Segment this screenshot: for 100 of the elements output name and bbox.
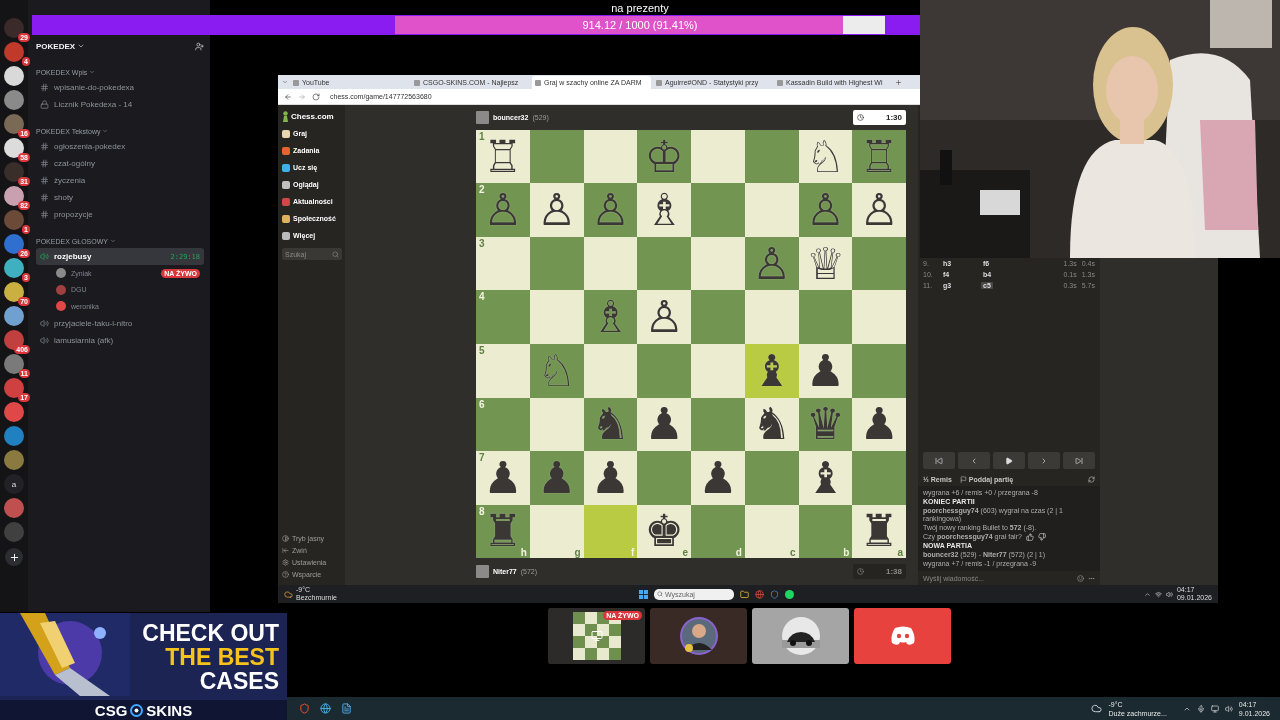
back-icon[interactable]	[284, 92, 292, 101]
channel-item[interactable]: propozycje	[36, 206, 204, 223]
microphone-icon[interactable]	[1196, 704, 1205, 713]
chess-piece[interactable]: ♘	[805, 134, 846, 179]
board-square[interactable]	[529, 236, 584, 291]
board-square[interactable]	[691, 397, 745, 452]
flip-board-icon[interactable]	[1088, 475, 1095, 483]
clock-icon	[857, 568, 864, 576]
chess-piece[interactable]: ♕	[805, 241, 846, 286]
chess-piece[interactable]: ♙	[859, 188, 899, 233]
channel-item[interactable]: przyjaciele-taku-i-nitro	[36, 314, 204, 332]
board-square[interactable]	[583, 344, 638, 398]
chess-piece[interactable]: ♚	[644, 509, 684, 554]
board-square[interactable]: 5	[476, 344, 530, 398]
board-square[interactable]	[583, 236, 638, 291]
video-tile[interactable]	[854, 608, 951, 664]
browser-icon[interactable]	[755, 589, 764, 599]
chess-piece[interactable]: ♟	[483, 455, 523, 500]
volume-icon[interactable]	[1165, 590, 1173, 598]
channel-item[interactable]: czat-ogólny	[36, 155, 204, 172]
board-square[interactable]: ♟	[583, 451, 638, 505]
avatar	[56, 284, 66, 295]
chess-piece[interactable]: ♝	[805, 455, 846, 500]
chess-piece[interactable]: ♟	[590, 455, 631, 500]
reload-icon[interactable]	[312, 92, 320, 101]
chess-piece[interactable]: ♟	[859, 402, 899, 447]
emoji-icon[interactable]	[1077, 574, 1084, 582]
channel-item[interactable]: życzenia	[36, 172, 204, 189]
network-icon[interactable]	[1154, 590, 1162, 598]
chess-piece[interactable]: ♙	[644, 295, 684, 340]
channel-item[interactable]: lamusiarnia (afk)	[36, 331, 204, 349]
tray-chevron-icon[interactable]	[1143, 590, 1151, 598]
board-square[interactable]: ♟	[798, 344, 853, 398]
browser-icon[interactable]	[320, 703, 331, 714]
board-square[interactable]: ♝	[744, 344, 799, 398]
board-square[interactable]	[529, 129, 584, 184]
chess-piece[interactable]: ♙	[536, 188, 577, 233]
board-square[interactable]: g	[529, 504, 584, 559]
board-square[interactable]	[798, 290, 853, 344]
tab-favicon	[293, 79, 299, 86]
last-move-button[interactable]	[1063, 452, 1095, 469]
board-square[interactable]: ♗	[637, 183, 691, 237]
add-member-icon[interactable]	[195, 41, 204, 51]
chess-piece[interactable]: ♝	[751, 348, 792, 393]
chess-piece[interactable]: ♖	[483, 134, 523, 179]
windows-start-icon[interactable]	[639, 589, 648, 599]
notepad-icon[interactable]	[341, 703, 352, 714]
chess-piece[interactable]: ♟	[805, 348, 846, 393]
shield-icon[interactable]	[299, 703, 310, 714]
board-square[interactable]: ♟	[637, 397, 691, 452]
play-button[interactable]	[993, 452, 1025, 469]
weather-icon	[284, 589, 293, 599]
video-tile[interactable]	[752, 608, 849, 664]
volume-icon[interactable]	[1224, 704, 1233, 713]
server-icon[interactable]	[4, 306, 24, 326]
board-square[interactable]: c	[744, 504, 799, 559]
board-square[interactable]	[744, 129, 799, 184]
thumbs-up-icon[interactable]	[1025, 533, 1034, 541]
board-square[interactable]: ♞	[744, 397, 799, 452]
board-square[interactable]	[691, 236, 745, 291]
chess-piece[interactable]: ♜	[859, 509, 899, 554]
board-square[interactable]: ♝	[798, 451, 853, 505]
chess-piece[interactable]: ♗	[644, 188, 684, 233]
board-square[interactable]: ♙	[852, 183, 906, 237]
server-icon[interactable]: a	[4, 474, 24, 494]
server-icon[interactable]	[4, 66, 24, 86]
board-square[interactable]	[637, 236, 691, 291]
first-move-button[interactable]	[923, 452, 955, 469]
board-square[interactable]: ♘	[798, 129, 853, 184]
speaker-icon	[40, 335, 49, 345]
board-square[interactable]: ♟	[691, 451, 745, 505]
display-icon[interactable]	[1210, 704, 1219, 713]
thumbs-down-icon[interactable]	[1037, 533, 1046, 541]
board-square[interactable]	[583, 129, 638, 184]
new-tab-icon[interactable]	[895, 78, 902, 86]
server-name[interactable]: POKEDEX	[36, 41, 76, 51]
shield-icon[interactable]	[770, 589, 779, 599]
board-square[interactable]: ♙	[637, 290, 691, 344]
server-icon[interactable]	[4, 258, 24, 278]
chess-piece[interactable]: ♟	[698, 455, 738, 500]
channel-item[interactable]: Licznik Pokedexa - 14	[36, 96, 204, 113]
chevron-icon[interactable]	[77, 42, 86, 50]
board-square[interactable]	[691, 129, 745, 184]
board-square[interactable]: ♙	[529, 183, 584, 237]
music-app-icon[interactable]	[785, 589, 794, 599]
folder-icon[interactable]	[740, 589, 749, 599]
channel-item[interactable]: wpisanie-do-pokedexa	[36, 79, 204, 96]
channel-item[interactable]: shoty	[36, 189, 204, 206]
ad-banner[interactable]: CHECK OUT THE BEST CASES CSG SKINS	[0, 613, 287, 720]
board-square[interactable]: 3	[476, 236, 530, 291]
board-square[interactable]	[852, 236, 906, 291]
add-server-button[interactable]	[5, 548, 23, 566]
board-square[interactable]: ♟	[852, 397, 906, 452]
chess-piece[interactable]: ♞	[751, 402, 792, 447]
video-tile[interactable]	[650, 608, 747, 664]
chess-piece[interactable]: ♟	[644, 402, 684, 447]
ad-headline: CASES	[199, 668, 279, 693]
board-square[interactable]: ♕	[798, 236, 853, 291]
channel-item[interactable]: ogłoszenia-pokedex	[36, 138, 204, 155]
board-square[interactable]	[529, 397, 584, 452]
